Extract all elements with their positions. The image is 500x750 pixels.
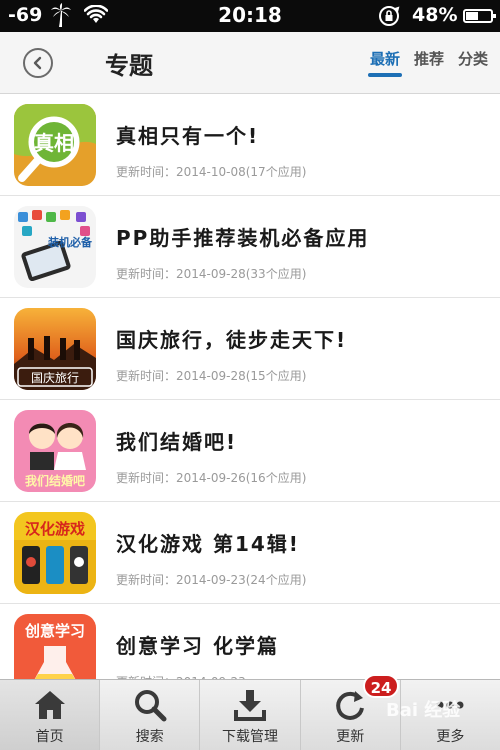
tab-label: 更新 — [336, 729, 365, 745]
topic-meta: 更新时间：2014-09-26(16个应用) — [116, 471, 307, 485]
rotation-lock-icon — [379, 6, 400, 26]
svg-text:真相: 真相 — [34, 131, 74, 155]
status-bar: -69 20:18 48% — [0, 0, 500, 32]
tab-label: 更多 — [436, 729, 465, 745]
updates-badge: 24 — [362, 674, 400, 698]
topic-thumbnail: 我们结婚吧 — [14, 410, 96, 492]
topic-item[interactable]: 我们结婚吧 我们结婚吧! 更新时间：2014-09-26(16个应用) — [0, 400, 500, 502]
topic-title: 国庆旅行，徒步走天下! — [116, 328, 348, 352]
tab-label: 下载管理 — [222, 729, 278, 745]
svg-text:创意学习: 创意学习 — [24, 622, 85, 640]
tab-latest[interactable]: 最新 — [367, 48, 402, 77]
topic-meta: 更新时间：2014-09-28(15个应用) — [116, 369, 307, 383]
tab-categories[interactable]: 分类 — [458, 48, 488, 77]
tab-search[interactable]: 搜索 — [100, 680, 201, 750]
topic-meta: 更新时间：2014-09-23(24个应用) — [116, 573, 307, 587]
svg-text:国庆旅行: 国庆旅行 — [31, 371, 79, 385]
topic-title: 创意学习 化学篇 — [116, 634, 279, 658]
topic-item[interactable]: 国庆旅行 国庆旅行，徒步走天下! 更新时间：2014-09-28(15个应用) — [0, 298, 500, 400]
chevron-left-icon — [33, 56, 42, 70]
search-icon — [134, 690, 167, 722]
topic-thumbnail: 国庆旅行 — [14, 308, 96, 390]
back-button[interactable] — [23, 48, 53, 78]
topic-title: 真相只有一个! — [116, 124, 260, 148]
topic-meta: 更新时间：2014-10-08(17个应用) — [116, 165, 307, 179]
topic-item[interactable]: 汉化游戏 汉化游戏 第14辑! 更新时间：2014-09-23(24个应用) — [0, 502, 500, 604]
topic-thumbnail: 汉化游戏 — [14, 512, 96, 594]
page-title: 专题 — [105, 51, 153, 80]
tab-label: 搜索 — [135, 729, 164, 745]
watermark: Bai 经验 — [386, 700, 461, 721]
topic-thumbnail: 装机必备 — [14, 206, 96, 288]
topic-title: 汉化游戏 第14辑! — [116, 532, 300, 556]
battery-icon — [463, 9, 496, 23]
topic-meta: 更新时间：2014-09-28(33个应用) — [116, 267, 307, 281]
svg-text:装机必备: 装机必备 — [47, 235, 93, 249]
topic-title: PP助手推荐装机必备应用 — [116, 226, 370, 250]
svg-text:我们结婚吧: 我们结婚吧 — [25, 473, 85, 488]
tab-home[interactable]: 首页 — [0, 680, 101, 750]
topic-title: 我们结婚吧! — [116, 430, 238, 454]
refresh-icon — [336, 691, 365, 720]
topic-item[interactable]: 装机必备 PP助手推荐装机必备应用 更新时间：2014-09-28(33个应用) — [0, 196, 500, 298]
topic-list: 真相 真相只有一个! 更新时间：2014-10-08(17个应用) 装机必备 P… — [0, 94, 500, 706]
segment-tabs: 最新 推荐 分类 — [367, 48, 488, 77]
home-icon — [34, 691, 65, 719]
svg-text:汉化游戏: 汉化游戏 — [25, 520, 85, 538]
tab-downloads[interactable]: 下载管理 — [200, 680, 301, 750]
tab-label: 首页 — [35, 729, 64, 745]
topic-thumbnail: 真相 — [14, 104, 96, 186]
download-icon — [234, 690, 266, 721]
topic-item[interactable]: 真相 真相只有一个! 更新时间：2014-10-08(17个应用) — [0, 94, 500, 196]
tab-recommended[interactable]: 推荐 — [414, 48, 444, 77]
navigation-header: 专题 最新 推荐 分类 — [0, 32, 500, 94]
battery-percent: 48% — [412, 4, 458, 26]
